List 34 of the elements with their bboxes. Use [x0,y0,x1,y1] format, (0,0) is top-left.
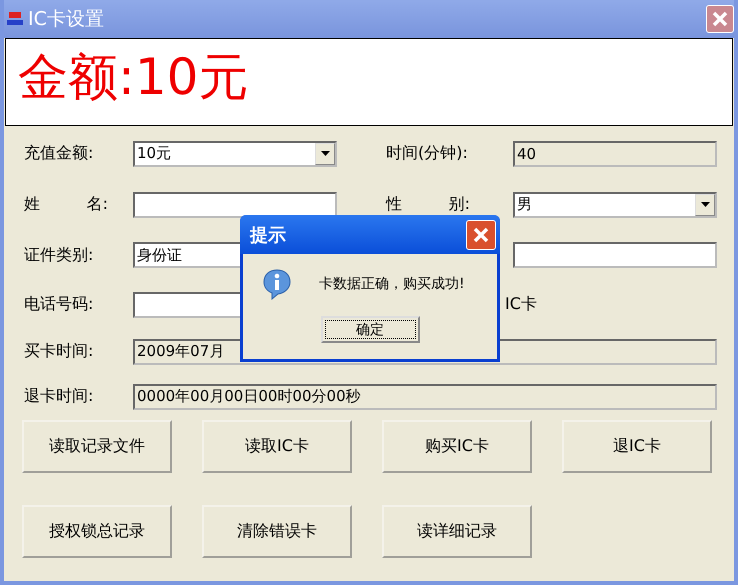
close-icon [472,226,490,244]
info-icon [261,268,293,300]
action-button[interactable]: 购买IC卡 [382,420,532,473]
dropdown-field[interactable]: 男 [513,192,717,218]
field-label: 充值金额: [24,143,94,164]
action-button[interactable]: 读取记录文件 [22,420,172,473]
readonly-field: 40 [513,140,717,166]
caret-icon [700,202,710,207]
ok-button[interactable]: 确定 [320,316,420,343]
close-icon [711,10,729,28]
action-button[interactable]: 读详细记录 [382,505,532,558]
field-label: 证件类别: [24,244,94,266]
field-label: 退卡时间: [24,386,94,407]
window-title: IC卡设置 [28,7,104,32]
action-button[interactable]: 清除错误卡 [202,505,352,558]
checkbox-label: IC卡 [505,294,537,315]
dropdown-field[interactable]: 10元 [133,140,337,166]
action-button[interactable]: 读取IC卡 [202,420,352,473]
input-field[interactable] [133,192,337,218]
app-icon [6,11,24,27]
field-label: 电话号码: [24,294,94,315]
amount-display: 金额:10元 [5,38,733,126]
field-label: 姓 名: [24,194,110,215]
input-field[interactable] [513,242,717,268]
caret-icon [320,151,330,156]
action-button[interactable]: 授权锁总记录 [22,505,172,558]
close-button[interactable] [706,5,734,33]
dialog-message: 卡数据正确，购买成功! [319,275,465,293]
field-label: 买卡时间: [24,341,94,362]
readonly-field: 0000年00月00日00时00分00秒 [133,384,717,410]
field-label: 时间(分钟): [386,143,469,164]
close-button[interactable] [466,220,496,250]
action-button[interactable]: 退IC卡 [562,420,712,473]
field-label: 性 别: [386,194,472,215]
